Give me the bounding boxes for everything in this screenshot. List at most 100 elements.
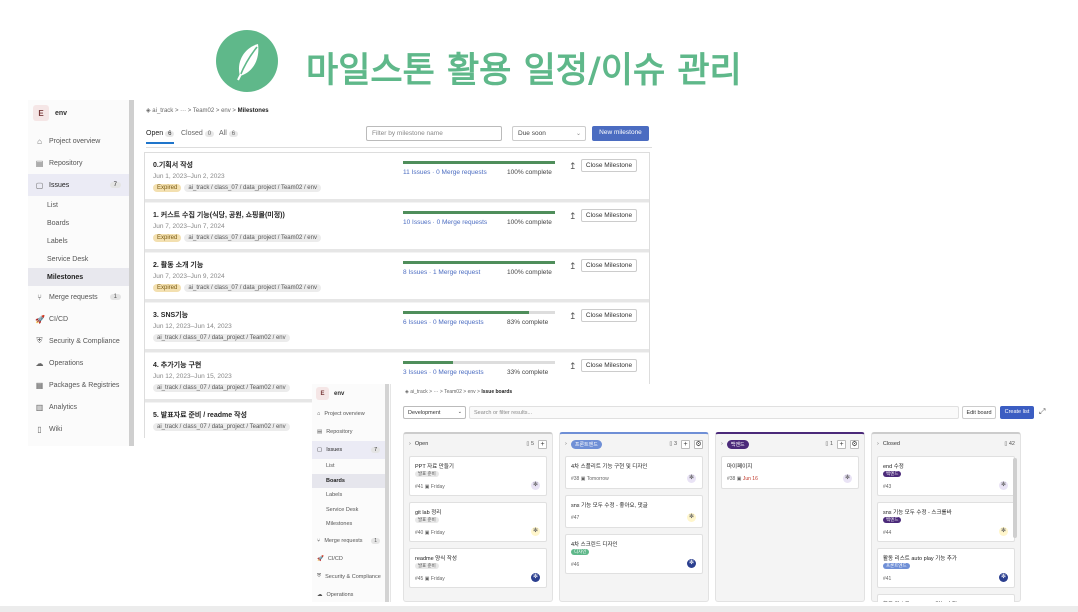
sidebar-item[interactable]: ▢ Issues 7 (28, 174, 129, 196)
issue-title[interactable]: 4차 스크린드 디자인 (571, 540, 618, 548)
breadcrumb-project[interactable]: env (221, 108, 231, 114)
assignee-avatar[interactable]: ✻ (531, 481, 540, 490)
add-issue-button[interactable]: + (538, 439, 547, 449)
milestone-row[interactable]: 0.기획서 작성 Jun 1, 2023–Jun 2, 2023 Expired ai… (145, 153, 649, 202)
issue-title[interactable]: readme 양식 작성 (415, 554, 457, 562)
sidebar-subitem[interactable]: Service Desk (312, 503, 385, 518)
sidebar-item[interactable]: ☁ Operations (312, 586, 385, 603)
sidebar-subitem[interactable]: Boards (28, 214, 129, 232)
list-header[interactable]: › 백엔드 ▯ 1 + ⚙ (716, 434, 864, 454)
sidebar-item[interactable]: ⛨ Security & Compliance (28, 330, 129, 352)
list-header[interactable]: › Open ▯ 5 + (404, 434, 552, 454)
milestone-title[interactable]: 1. 커스트 수집 기능(식당, 공원, 쇼핑몰(미정)) (153, 210, 285, 220)
milestone-title[interactable]: 2. 활동 소개 기능 (153, 260, 203, 270)
add-issue-button[interactable]: + (837, 439, 846, 449)
assignee-avatar[interactable]: ✻ (687, 513, 696, 522)
board-sidebar-scrollbar[interactable] (385, 384, 389, 602)
breadcrumb-group[interactable]: ai_track (410, 389, 428, 395)
sidebar-item[interactable]: ☁ Operations (28, 352, 129, 374)
assignee-avatar[interactable]: ✻ (531, 527, 540, 536)
close-milestone-button[interactable]: Close Milestone (581, 209, 637, 222)
sidebar-subitem[interactable]: Labels (312, 488, 385, 503)
gear-icon[interactable]: ⚙ (850, 439, 859, 449)
pin-icon[interactable]: ↥ (569, 211, 577, 222)
issue-card[interactable]: 마이페이지 #38 ▣ Jun 16 ✻ (721, 456, 859, 489)
assignee-avatar[interactable]: ✻ (531, 573, 540, 582)
breadcrumb-project[interactable]: env (468, 389, 476, 395)
assignee-avatar[interactable]: ✻ (843, 474, 852, 483)
milestone-filter-input[interactable]: Filter by milestone name (366, 126, 502, 141)
issue-title[interactable]: 마이페이지 (727, 462, 752, 470)
create-list-button[interactable]: Create list (1000, 406, 1034, 419)
board-search-input[interactable]: Search or filter results... (469, 406, 959, 419)
add-issue-button[interactable]: + (681, 439, 690, 449)
sidebar-subitem[interactable]: Service Desk (28, 250, 129, 268)
issue-title[interactable]: 활동 리스트 auto play 기능 추가 (883, 554, 957, 562)
pin-icon[interactable]: ↥ (569, 261, 577, 272)
issue-title[interactable]: git lab 정리 (415, 508, 441, 516)
sidebar-item[interactable]: ⑂ Merge requests 1 (312, 532, 385, 550)
issue-card[interactable]: readme 양식 작성 발표 준비 #45 ▣ Friday ✻ (409, 548, 547, 588)
fullscreen-icon[interactable]: ⤢ (1039, 407, 1045, 417)
issue-card[interactable]: 4차 스크린드 디자인 디자인 #46 ✻ (565, 534, 703, 574)
tab-all[interactable]: All 6 (219, 130, 239, 137)
sidebar-subitem[interactable]: List (312, 459, 385, 474)
sidebar-subitem[interactable]: Labels (28, 232, 129, 250)
issue-card[interactable]: 4차 스플리트 기능 구현 및 디자인 #38 ▣ Tomorrow ✻ (565, 456, 703, 489)
gear-icon[interactable]: ⚙ (694, 439, 703, 449)
list-header[interactable]: › Closed ▯ 42 (872, 434, 1020, 454)
sidebar-item[interactable]: ▦ Packages & Registries (28, 374, 129, 396)
sort-dropdown[interactable]: Due soon ⌄ (512, 126, 586, 141)
sidebar-subitem[interactable]: Milestones (312, 517, 385, 532)
issue-card[interactable]: sns 기능 모두 수정 - 스크롤바 백엔드 #44 ✻ (877, 502, 1015, 542)
issue-title[interactable]: 활동 리스트 auto play 기능 수정 (883, 600, 957, 602)
issue-title[interactable]: 4차 스플리트 기능 구현 및 디자인 (571, 462, 647, 470)
issue-count-link[interactable]: 8 Issues · 1 Merge request (403, 269, 480, 276)
sidebar-item[interactable]: ⌂ Project overview (28, 130, 129, 152)
issue-card[interactable]: 활동 리스트 auto play 기능 수정백엔드✻ (877, 594, 1015, 602)
breadcrumb-ellipsis[interactable]: ··· (433, 389, 438, 395)
assignee-avatar[interactable]: ✻ (999, 527, 1008, 536)
sidebar-item[interactable]: ▥ Analytics (28, 396, 129, 418)
board-project-header[interactable]: E env (316, 387, 344, 400)
breadcrumb-ellipsis[interactable]: ··· (180, 108, 186, 114)
sidebar-item[interactable]: ▤ Repository (28, 152, 129, 174)
milestone-title[interactable]: 5. 발표자료 준비 / readme 작성 (153, 410, 247, 420)
milestone-row[interactable]: 1. 커스트 수집 기능(식당, 공원, 쇼핑몰(미정)) Jun 7, 2023… (145, 203, 649, 252)
assignee-avatar[interactable]: ✻ (687, 559, 696, 568)
tab-closed[interactable]: Closed 0 (181, 130, 215, 137)
milestone-title[interactable]: 4. 추가기능 구현 (153, 360, 201, 370)
issue-count-link[interactable]: 10 Issues · 0 Merge requests (403, 219, 487, 226)
close-milestone-button[interactable]: Close Milestone (581, 259, 637, 272)
sidebar-scrollbar[interactable] (129, 100, 134, 446)
milestone-row[interactable]: 3. SNS기능 Jun 12, 2023–Jun 14, 2023 ai_trac… (145, 303, 649, 352)
breadcrumb-group[interactable]: ai_track (152, 108, 173, 114)
milestone-row[interactable]: 2. 활동 소개 기능 Jun 7, 2023–Jun 9, 2024 Expire… (145, 253, 649, 302)
issue-card[interactable]: 활동 리스트 auto play 기능 추가 프론트엔드 #41 ✻ (877, 548, 1015, 588)
assignee-avatar[interactable]: ✻ (999, 481, 1008, 490)
chevron-right-icon[interactable]: › (565, 441, 567, 447)
issue-title[interactable]: end 수정 (883, 462, 904, 470)
issue-card[interactable]: end 수정 백엔드 #43 ✻ (877, 456, 1015, 496)
milestone-title[interactable]: 3. SNS기능 (153, 310, 188, 320)
project-header[interactable]: E env (33, 105, 67, 121)
sidebar-subitem[interactable]: Milestones (28, 268, 129, 286)
issue-card[interactable]: git lab 정리 발표 준비 #40 ▣ Friday ✻ (409, 502, 547, 542)
sidebar-subitem[interactable]: Boards (312, 473, 385, 488)
issue-title[interactable]: sns 기능 모두 수정 - 좋아요, 댓글 (571, 501, 648, 509)
sidebar-item[interactable]: ▯ Wiki (28, 418, 129, 440)
chevron-right-icon[interactable]: › (409, 441, 411, 447)
chevron-right-icon[interactable]: › (877, 441, 879, 447)
issue-card[interactable]: PPT 자료 만들기 발표 준비 #41 ▣ Friday ✻ (409, 456, 547, 496)
milestone-title[interactable]: 0.기획서 작성 (153, 160, 193, 170)
sidebar-item[interactable]: 🚀 CI/CD (28, 308, 129, 330)
sidebar-item[interactable]: ⑂ Merge requests 1 (28, 286, 129, 308)
issue-count-link[interactable]: 3 Issues · 0 Merge requests (403, 369, 484, 376)
new-milestone-button[interactable]: New milestone (592, 126, 649, 141)
chevron-right-icon[interactable]: › (721, 441, 723, 447)
close-milestone-button[interactable]: Close Milestone (581, 309, 637, 322)
sidebar-subitem[interactable]: List (28, 196, 129, 214)
sidebar-item[interactable]: 🚀 CI/CD (312, 550, 385, 568)
breadcrumb-team[interactable]: Team02 (193, 108, 214, 114)
sidebar-item[interactable]: ▤ Repository (312, 423, 385, 441)
